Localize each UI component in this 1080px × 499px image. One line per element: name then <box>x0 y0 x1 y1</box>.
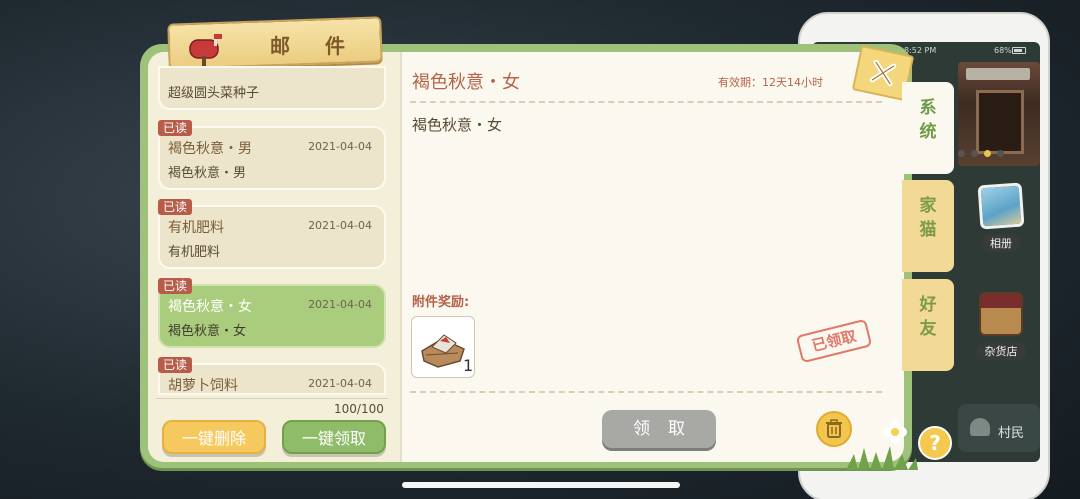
read-badge: 已读 <box>158 357 193 373</box>
page-title: 邮 件 <box>270 34 359 58</box>
tab-system-label: 系统 <box>919 98 937 142</box>
mail-list-item[interactable]: 已读 胡萝卜饲料 2021-04-04 <box>158 357 386 395</box>
mail-item-body: 有机肥料 <box>168 245 221 260</box>
read-badge: 已读 <box>158 278 193 294</box>
page-dots <box>958 150 1004 157</box>
mail-item-date: 2021-04-04 <box>308 377 372 390</box>
claim-all-button[interactable]: 一键领取 <box>282 420 386 454</box>
list-footer-divider <box>156 398 388 399</box>
tab-friends-label: 好友 <box>919 295 937 339</box>
phone-villager-label: 村民 <box>998 426 1025 441</box>
shop-icon <box>979 292 1023 336</box>
claim-button[interactable]: 领取 <box>602 410 716 448</box>
help-button[interactable]: ? <box>918 426 952 460</box>
mail-item-body: 褐色秋意・男 <box>168 166 247 181</box>
dashed-divider <box>410 391 882 393</box>
tab-friends[interactable]: 好友 <box>902 279 954 371</box>
tab-cats[interactable]: 家猫 <box>902 180 954 272</box>
mail-detail-title: 褐色秋意・女 <box>412 72 520 93</box>
mail-count: 100/100 <box>334 402 384 416</box>
phone-app-album-label: 相册 <box>982 234 1020 252</box>
home-indicator[interactable] <box>402 482 680 488</box>
dashed-divider <box>410 101 882 103</box>
page-dot <box>958 150 965 157</box>
battery-icon <box>1012 47 1026 54</box>
mail-validity: 有效期：12天14小时 <box>718 76 823 89</box>
mail-list-item[interactable]: 已读 有机肥料 2021-04-04 有机肥料 <box>158 199 386 269</box>
tab-cats-label: 家猫 <box>919 196 937 240</box>
mail-item-subject: 褐色秋意・男 <box>168 141 252 157</box>
mail-list-item-selected[interactable]: 已读 褐色秋意・女 2021-04-04 褐色秋意・女 <box>158 278 386 348</box>
mail-detail-body: 褐色秋意・女 <box>412 116 503 134</box>
mail-item-subject: 褐色秋意・女 <box>168 299 252 315</box>
read-badge: 已读 <box>158 120 193 136</box>
page-dot-active <box>984 150 991 157</box>
mail-list-item[interactable]: 超级圆头菜种子 <box>158 66 386 110</box>
mail-item-date: 2021-04-04 <box>308 140 372 153</box>
hat-icon <box>970 418 990 436</box>
attachment-label: 附件奖励: <box>412 295 470 310</box>
page-dot <box>997 150 1004 157</box>
read-badge: 已读 <box>158 199 193 215</box>
mail-item-subject: 胡萝卜饲料 <box>168 378 238 394</box>
mail-item-subject: 有机肥料 <box>168 220 224 236</box>
phone-app-shop-label: 杂货店 <box>976 342 1026 360</box>
mail-list-item[interactable]: 已读 褐色秋意・男 2021-04-04 褐色秋意・男 <box>158 120 386 190</box>
mailbox-icon <box>189 34 222 66</box>
flower-decoration <box>883 420 907 444</box>
phone-app-shop[interactable]: 杂货店 <box>976 292 1026 360</box>
column-divider <box>400 52 402 462</box>
phone-app-album[interactable]: 相册 <box>976 182 1026 252</box>
tab-system[interactable]: 系统 <box>902 82 954 174</box>
mail-item-body: 褐色秋意・女 <box>168 324 247 339</box>
delete-all-button[interactable]: 一键删除 <box>162 420 266 454</box>
phone-villager-button[interactable]: 村民 <box>958 404 1040 452</box>
attachment-quantity: 1 <box>463 356 474 375</box>
phone-battery-text: 68% <box>994 46 1012 55</box>
mail-item-date: 2021-04-04 <box>308 298 372 311</box>
mail-item-body: 超级圆头菜种子 <box>168 86 260 101</box>
photo-album-icon <box>977 182 1025 230</box>
page-dot <box>971 150 978 157</box>
mail-item-date: 2021-04-04 <box>308 219 372 232</box>
